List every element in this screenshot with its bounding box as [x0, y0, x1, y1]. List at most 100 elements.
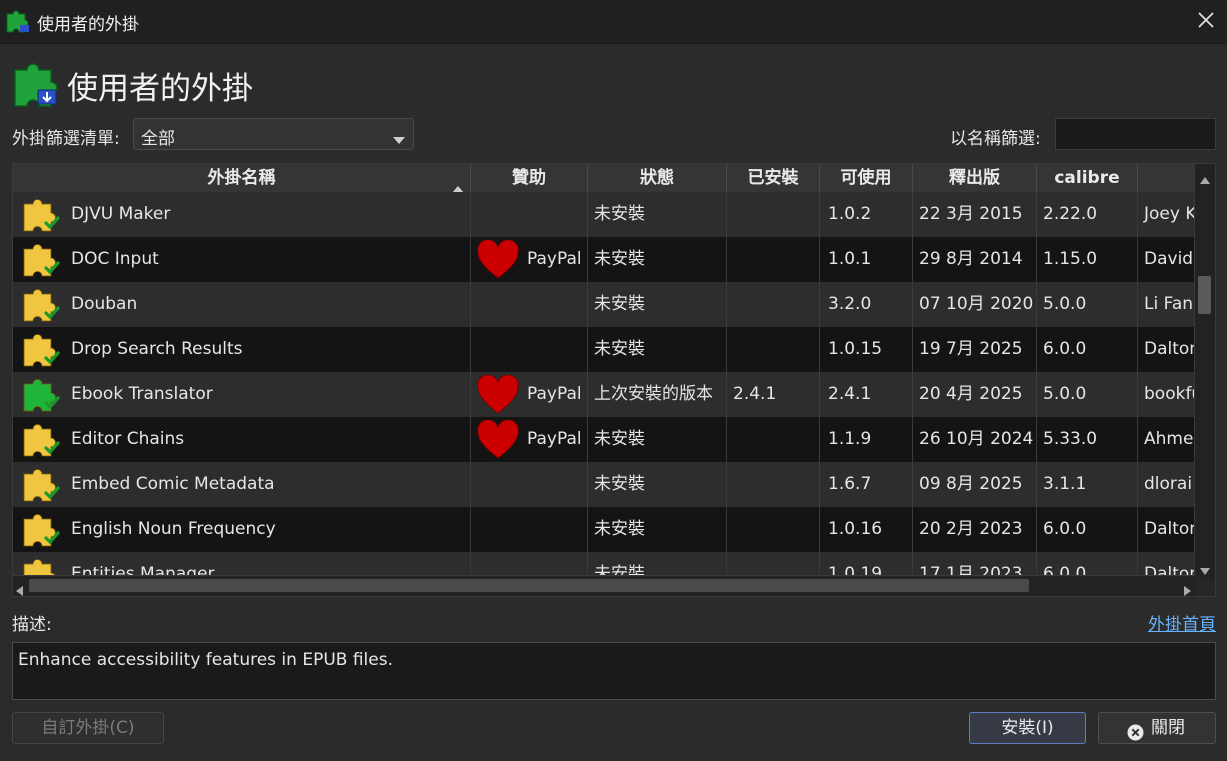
horizontal-scrollbar[interactable]: [13, 575, 1195, 596]
cell-installed: [727, 237, 820, 282]
yellow-puzzle-check-icon: [20, 466, 62, 507]
cell-available: 1.0.15: [820, 327, 913, 372]
horizontal-scroll-thumb[interactable]: [29, 579, 1029, 592]
yellow-puzzle-check-icon: [20, 286, 62, 327]
cell-author: bookfu: [1144, 384, 1195, 404]
cell-status: 未安裝: [588, 192, 727, 237]
donate-heart-icon[interactable]: [476, 374, 520, 417]
yellow-puzzle-check-icon: [20, 511, 62, 552]
filter-dropdown[interactable]: 全部: [133, 118, 414, 150]
chevron-down-icon: [393, 130, 405, 150]
cell-status: 未安裝: [588, 237, 727, 282]
cell-author: Joey K: [1144, 204, 1195, 224]
table-row[interactable]: Ebook Translator PayPal 上次安裝的版本 2.4.1 2.4.1 2…: [13, 372, 1195, 417]
cell-released: 19 7月 2025: [913, 327, 1037, 372]
cell-available: 1.0.16: [820, 507, 913, 552]
cell-installed: 2.4.1: [727, 372, 820, 417]
table-row[interactable]: Drop Search Results 未安裝 1.0.15 19 7月 2025 6.…: [13, 327, 1195, 372]
yellow-puzzle-check-icon: [20, 421, 62, 462]
cell-author: David: [1144, 249, 1194, 269]
install-button[interactable]: 安裝(I): [969, 712, 1086, 744]
cell-donate: [471, 282, 588, 327]
cell-name: Ebook Translator: [13, 372, 471, 417]
column-header-donate[interactable]: 贊助: [471, 164, 588, 192]
cell-released: 29 8月 2014: [913, 237, 1037, 282]
cell-available: 1.0.1: [820, 237, 913, 282]
cell-calibre: 1.15.0: [1037, 237, 1138, 282]
description-box: Enhance accessibility features in EPUB f…: [12, 642, 1216, 700]
cell-donate: PayPal: [471, 237, 588, 282]
cell-calibre: 5.0.0: [1037, 372, 1138, 417]
cell-name: Douban: [13, 282, 471, 327]
cell-installed: [727, 282, 820, 327]
vertical-scroll-thumb[interactable]: [1198, 276, 1211, 314]
cell-calibre: 5.33.0: [1037, 417, 1138, 462]
table-row[interactable]: English Noun Frequency 未安裝 1.0.16 20 2月 202…: [13, 507, 1195, 552]
scroll-down-arrow-icon[interactable]: [1200, 560, 1210, 580]
scroll-right-arrow-icon[interactable]: [1184, 581, 1191, 596]
cell-released: 09 8月 2025: [913, 462, 1037, 507]
cell-installed: [727, 462, 820, 507]
close-button[interactable]: 關閉: [1098, 712, 1216, 744]
title-bar: 使用者的外掛: [0, 0, 1227, 44]
column-header-name[interactable]: 外掛名稱: [13, 164, 471, 193]
cell-calibre: 6.0.0: [1037, 327, 1138, 372]
cell-author: Dalton: [1144, 519, 1195, 539]
cell-status: 未安裝: [588, 507, 727, 552]
close-circle-icon: [1127, 721, 1144, 751]
cell-author: Li Fan: [1144, 294, 1194, 314]
plugin-table[interactable]: 外掛名稱 贊助 狀態 已安裝 可使用 釋出版 calibre DJVU Make…: [12, 163, 1216, 597]
column-header-calibre[interactable]: calibre: [1037, 164, 1138, 192]
table-row[interactable]: Douban 未安裝 3.2.0 07 10月 2020 5.0.0 Li Fan: [13, 282, 1195, 327]
table-row[interactable]: DOC Input PayPal 未安裝 1.0.1 29 8月 2014 1.15.0 D…: [13, 237, 1195, 282]
table-header: 外掛名稱 贊助 狀態 已安裝 可使用 釋出版 calibre: [13, 164, 1195, 193]
cell-donate: [471, 327, 588, 372]
cell-author: dlorai: [1144, 474, 1193, 494]
cell-installed: [727, 507, 820, 552]
table-row[interactable]: DJVU Maker 未安裝 1.0.2 22 3月 2015 2.22.0 Joey K: [13, 192, 1195, 237]
column-header-status[interactable]: 狀態: [588, 164, 727, 192]
window-title: 使用者的外掛: [37, 15, 139, 35]
table-row[interactable]: Editor Chains PayPal 未安裝 1.1.9 26 10月 2024 5.…: [13, 417, 1195, 462]
cell-available: 2.4.1: [820, 372, 913, 417]
description-label: 描述:: [12, 615, 52, 635]
column-header-author[interactable]: [1138, 164, 1195, 192]
vertical-scrollbar[interactable]: [1194, 164, 1215, 578]
cell-name: Editor Chains: [13, 417, 471, 462]
yellow-puzzle-check-icon: [20, 196, 62, 237]
cell-donate: PayPal: [471, 372, 588, 417]
cell-released: 20 2月 2023: [913, 507, 1037, 552]
cell-installed: [727, 192, 820, 237]
cell-author: Ahmed: [1144, 429, 1195, 449]
close-button-label: 關閉: [1151, 718, 1185, 738]
cell-installed: [727, 327, 820, 372]
name-filter-input[interactable]: [1055, 118, 1216, 150]
cell-name: Embed Comic Metadata: [13, 462, 471, 507]
cell-available: 1.1.9: [820, 417, 913, 462]
cell-calibre: 5.0.0: [1037, 282, 1138, 327]
cell-available: 1.0.2: [820, 192, 913, 237]
cell-released: 20 4月 2025: [913, 372, 1037, 417]
plugin-app-icon: [5, 8, 31, 39]
yellow-puzzle-check-icon: [20, 331, 62, 372]
table-row[interactable]: Embed Comic Metadata 未安裝 1.6.7 09 8月 2025 3.…: [13, 462, 1195, 507]
cell-donate: [471, 507, 588, 552]
column-header-released[interactable]: 釋出版: [913, 164, 1037, 192]
cell-author: Dalton: [1144, 339, 1195, 359]
column-header-installed[interactable]: 已安裝: [727, 164, 820, 192]
cell-name: Drop Search Results: [13, 327, 471, 372]
scroll-up-arrow-icon[interactable]: [1200, 169, 1210, 189]
customize-plugin-button[interactable]: 自訂外掛(C): [12, 712, 164, 744]
column-header-available[interactable]: 可使用: [820, 164, 913, 192]
cell-donate: [471, 462, 588, 507]
window-close-icon[interactable]: [1193, 7, 1219, 33]
plugin-homepage-link[interactable]: 外掛首頁: [1148, 610, 1216, 635]
cell-released: 26 10月 2024: [913, 417, 1037, 462]
donate-heart-icon[interactable]: [476, 419, 520, 462]
green-puzzle-check-icon: [20, 376, 62, 417]
donate-heart-icon[interactable]: [476, 239, 520, 282]
cell-status: 上次安裝的版本: [588, 372, 727, 417]
scroll-left-arrow-icon[interactable]: [16, 581, 23, 596]
cell-name: DOC Input: [13, 237, 471, 282]
cell-calibre: 3.1.1: [1037, 462, 1138, 507]
